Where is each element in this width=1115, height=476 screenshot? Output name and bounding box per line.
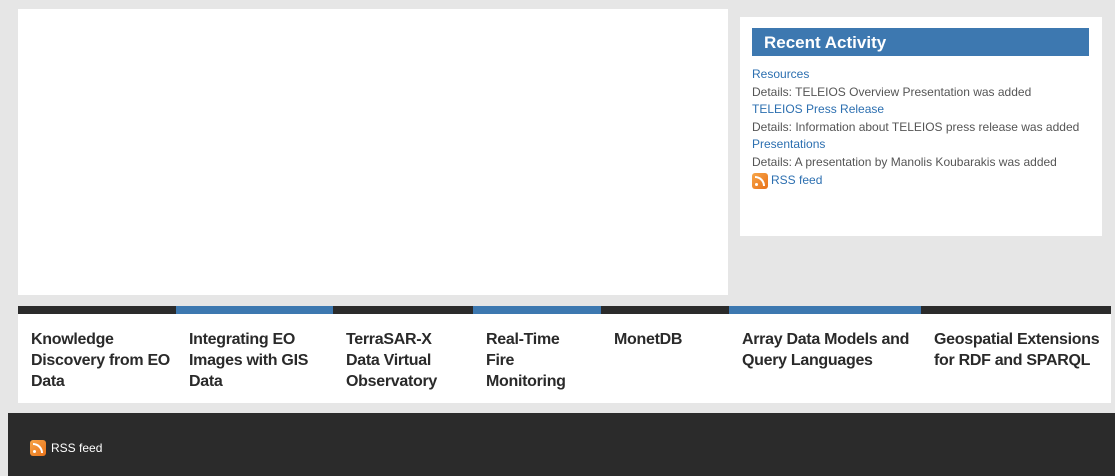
rss-icon[interactable] [752, 172, 768, 189]
activity-details: Details: TELEIOS Overview Presentation w… [752, 84, 1032, 99]
project-tile-geospatial-extensions[interactable]: Geospatial Extensions for RDF and SPARQL [921, 306, 1111, 403]
project-tile-integrating-eo[interactable]: Integrating EO Images with GIS Data [176, 306, 333, 403]
project-bar: Knowledge Discovery from EO Data Integra… [18, 306, 1111, 403]
project-tile-terrasar-x[interactable]: TerraSAR-X Data Virtual Observatory [333, 306, 473, 403]
main-content-panel [18, 9, 728, 295]
project-label: Integrating EO Images with GIS Data [189, 331, 309, 390]
recent-activity-title: Recent Activity [752, 28, 1089, 56]
project-label: Knowledge Discovery from EO Data [31, 331, 170, 390]
project-label: MonetDB [614, 331, 683, 348]
footer-rss-label[interactable]: RSS feed [51, 441, 102, 455]
project-label: Array Data Models and Query Languages [742, 331, 910, 369]
recent-activity-list: Resources Details: TELEIOS Overview Pres… [752, 66, 1092, 190]
activity-rss-feed[interactable]: RSS feed [752, 172, 1092, 190]
project-label: Real-Time Fire Monitoring [486, 331, 566, 390]
project-tile-fire-monitoring[interactable]: Real-Time Fire Monitoring [473, 306, 601, 403]
activity-details: Details: Information about TELEIOS press… [752, 119, 1080, 134]
rss-icon[interactable] [30, 440, 46, 456]
recent-activity-box: Recent Activity Resources Details: TELEI… [740, 17, 1102, 236]
project-tile-monetdb[interactable]: MonetDB [601, 306, 729, 403]
footer-rss-feed[interactable]: RSS feed [30, 440, 102, 456]
rss-feed-link[interactable]: RSS feed [771, 172, 822, 190]
project-tile-array-data-models[interactable]: Array Data Models and Query Languages [729, 306, 921, 403]
activity-link-press-release[interactable]: TELEIOS Press Release [752, 101, 1092, 119]
activity-link-presentations[interactable]: Presentations [752, 136, 1092, 154]
project-label: Geospatial Extensions for RDF and SPARQL [934, 331, 1100, 369]
project-tile-knowledge-discovery[interactable]: Knowledge Discovery from EO Data [18, 306, 176, 403]
project-label: TerraSAR-X Data Virtual Observatory [346, 331, 437, 390]
footer: RSS feed [8, 413, 1115, 476]
activity-link-resources[interactable]: Resources [752, 66, 1092, 84]
activity-details: Details: A presentation by Manolis Kouba… [752, 154, 1057, 169]
